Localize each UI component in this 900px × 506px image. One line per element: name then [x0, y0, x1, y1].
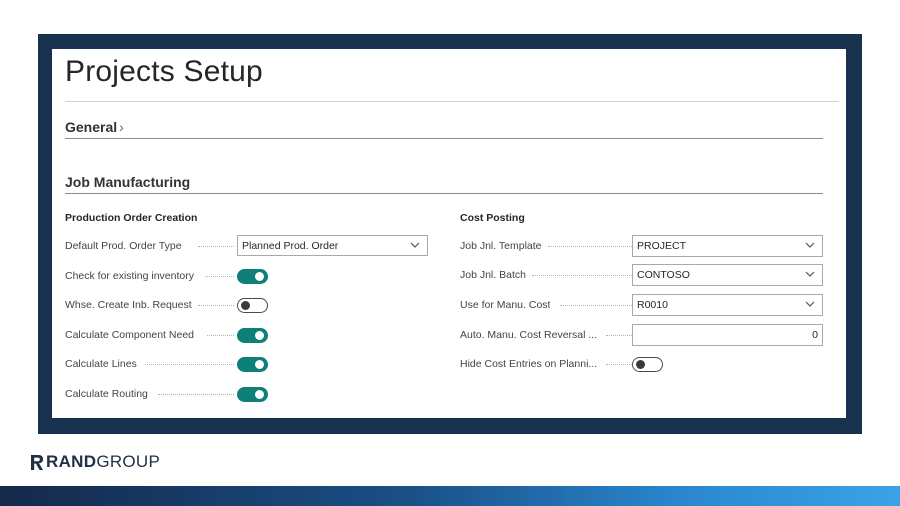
select-value: CONTOSO	[637, 269, 690, 281]
auto-manu-cost-reversal-input[interactable]: 0	[632, 324, 823, 346]
select-value: R0010	[637, 299, 668, 311]
calculate-lines-toggle[interactable]	[237, 357, 268, 372]
section-general-label: General	[65, 119, 118, 135]
field-label: Job Jnl. Template	[460, 240, 542, 252]
r-logo-mark-icon	[31, 454, 43, 470]
select-value: Planned Prod. Order	[242, 239, 339, 252]
select-value: PROJECT	[637, 240, 687, 252]
page-title: Projects Setup	[65, 55, 263, 88]
calculate-component-need-toggle[interactable]	[237, 328, 268, 343]
calculate-routing-toggle[interactable]	[237, 387, 268, 402]
field-label: Calculate Routing	[65, 388, 148, 400]
field-default-prod-order-type: Default Prod. Order Type Planned Prod. O…	[65, 235, 430, 257]
dotted-leader	[207, 335, 234, 336]
job-jnl-template-select[interactable]: PROJECT	[632, 235, 823, 257]
field-use-for-manu-cost: Use for Manu. Cost R0010	[460, 294, 825, 316]
field-label: Default Prod. Order Type	[65, 240, 182, 252]
field-label: Calculate Component Need	[65, 329, 194, 341]
job-jnl-batch-select[interactable]: CONTOSO	[632, 264, 823, 286]
field-label: Job Jnl. Batch	[460, 269, 526, 281]
logo-text: RANDGROUP	[46, 452, 160, 472]
dotted-leader	[145, 364, 234, 365]
toggle-knob	[255, 331, 264, 340]
chevron-down-icon	[410, 242, 420, 248]
field-calculate-component-need: Calculate Component Need	[65, 324, 430, 346]
whse-create-inb-request-toggle[interactable]	[237, 298, 268, 313]
field-job-jnl-template: Job Jnl. Template PROJECT	[460, 235, 825, 257]
randgroup-logo: RANDGROUP	[30, 452, 160, 472]
field-label: Calculate Lines	[65, 358, 137, 370]
toggle-knob	[241, 301, 250, 310]
toggle-knob	[255, 390, 264, 399]
toggle-knob	[255, 272, 264, 281]
chevron-down-icon	[805, 301, 815, 307]
field-label: Use for Manu. Cost	[460, 299, 551, 311]
field-calculate-routing: Calculate Routing	[65, 383, 430, 405]
field-label: Check for existing inventory	[65, 270, 194, 282]
field-whse-create-inb-request: Whse. Create Inb. Request	[65, 294, 430, 316]
group-title-cost-posting: Cost Posting	[460, 212, 525, 224]
dotted-leader	[158, 394, 234, 395]
check-existing-inventory-toggle[interactable]	[237, 269, 268, 284]
bottom-gradient-bar	[0, 486, 900, 506]
dotted-leader	[198, 246, 234, 247]
chevron-down-icon	[805, 271, 815, 277]
hide-cost-entries-toggle[interactable]	[632, 357, 663, 372]
use-for-manu-cost-select[interactable]: R0010	[632, 294, 823, 316]
field-label: Auto. Manu. Cost Reversal ...	[460, 329, 598, 341]
dotted-leader	[606, 335, 634, 336]
section-job-manufacturing-label: Job Manufacturing	[65, 174, 191, 190]
group-title-production-order-creation: Production Order Creation	[65, 212, 198, 224]
toggle-knob	[255, 360, 264, 369]
title-divider	[65, 101, 839, 102]
logo-text-bold: RAND	[46, 452, 97, 471]
dotted-leader	[606, 364, 634, 365]
toggle-knob	[636, 360, 645, 369]
field-auto-manu-cost-reversal: Auto. Manu. Cost Reversal ... 0	[460, 324, 825, 346]
setup-page: Projects Setup General › Job Manufacturin…	[52, 49, 846, 418]
section-job-manufacturing-divider	[65, 193, 823, 194]
dotted-leader	[548, 246, 634, 247]
dotted-leader	[560, 305, 634, 306]
chevron-down-icon	[805, 242, 815, 248]
field-label: Hide Cost Entries on Planni...	[460, 358, 598, 370]
default-prod-order-type-select[interactable]: Planned Prod. Order	[237, 235, 428, 256]
dotted-leader	[198, 305, 234, 306]
field-hide-cost-entries: Hide Cost Entries on Planni...	[460, 353, 825, 375]
section-job-manufacturing-header[interactable]: Job Manufacturing	[65, 174, 190, 190]
field-job-jnl-batch: Job Jnl. Batch CONTOSO	[460, 264, 825, 286]
dotted-leader	[532, 275, 634, 276]
slide-frame: Projects Setup General › Job Manufacturin…	[38, 34, 862, 434]
chevron-right-icon: ›	[119, 119, 124, 135]
field-calculate-lines: Calculate Lines	[65, 353, 430, 375]
logo-text-light: GROUP	[96, 452, 161, 471]
section-general-header[interactable]: General ›	[65, 119, 124, 135]
field-check-existing-inventory: Check for existing inventory	[65, 265, 430, 287]
section-general-divider	[65, 138, 823, 139]
field-label: Whse. Create Inb. Request	[65, 299, 192, 311]
dotted-leader	[205, 276, 234, 277]
